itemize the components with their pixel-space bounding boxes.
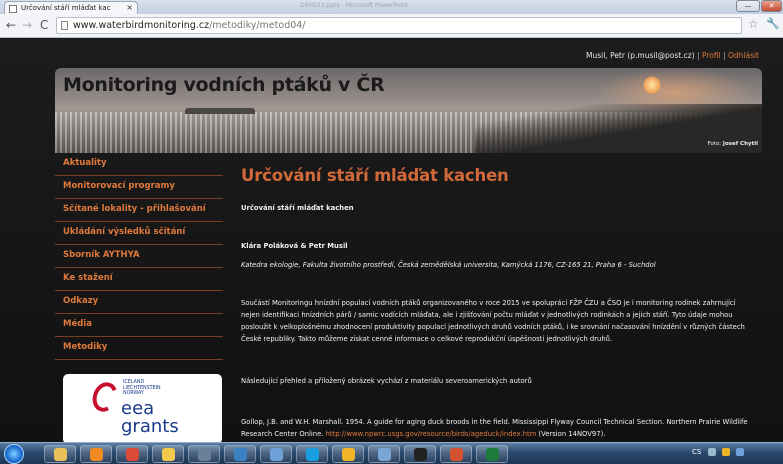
notification-icon[interactable]: [721, 448, 730, 456]
start-button[interactable]: [4, 444, 24, 464]
content-paragraph-2: Následující přehled a přiložený obrázek …: [241, 377, 532, 385]
content-reference: Gollop, J.B. and W.H. Marshall. 1954. A …: [241, 416, 753, 440]
globe-icon: [234, 448, 247, 461]
browser-tabstrip: Určování stáří mláďat kac × DSH023.pptx …: [0, 0, 783, 15]
media-player-icon: [90, 448, 103, 461]
sidebar-item-scitane-lokality[interactable]: Sčítané lokality - přihlašování: [55, 199, 223, 222]
logo-country: NORWAY: [123, 391, 144, 396]
logo-countries: ICELAND LIECHTENSTEIN NORWAY: [123, 380, 161, 397]
sidebar-item-metodiky[interactable]: Metodiky: [55, 337, 223, 360]
eea-swirl-icon: [88, 378, 122, 416]
forward-arrow-icon[interactable]: →: [22, 18, 32, 32]
sidebar-nav: Aktuality Monitorovací programy Sčítané …: [55, 153, 223, 360]
taskbar-app-button[interactable]: [476, 445, 508, 463]
taskbar-app-button[interactable]: [296, 445, 328, 463]
network-icon[interactable]: [707, 448, 716, 456]
sun-image: [643, 76, 661, 94]
taskbar-app-button[interactable]: [116, 445, 148, 463]
windows-taskbar: CS: [0, 442, 783, 464]
separator: |: [723, 51, 726, 60]
photo-credit-label: Foto:: [707, 141, 722, 147]
tab-title: Určování stáří mláďat kac: [21, 4, 111, 12]
sidebar-item-media[interactable]: Média: [55, 314, 223, 337]
taskbar-app-button[interactable]: [332, 445, 364, 463]
sidebar-item-ke-stazeni[interactable]: Ke stažení: [55, 268, 223, 291]
url-path: /metodiky/metod04/: [209, 20, 306, 31]
taskbar-app-button[interactable]: [260, 445, 292, 463]
photo-credit: Foto: Josef Chytil: [707, 141, 758, 147]
user-bar: Musil, Petr (p.musil@post.cz) | Profil |…: [586, 51, 759, 60]
taskbar-app-button[interactable]: [368, 445, 400, 463]
island-image: [185, 108, 255, 114]
page-favicon-icon: [9, 5, 17, 13]
folder-icon: [162, 448, 175, 461]
terminal-icon: [414, 448, 427, 461]
sidebar-item-odkazy[interactable]: Odkazy: [55, 291, 223, 314]
app-icon: [270, 448, 283, 461]
background-window-title: DSH023.pptx - Microsoft PowerPoint: [300, 2, 409, 9]
explorer-icon: [54, 448, 67, 461]
taskbar-app-button[interactable]: [44, 445, 76, 463]
address-bar[interactable]: www.waterbirdmonitoring.cz/metodiky/meto…: [56, 17, 742, 34]
eea-grants-logo[interactable]: ICELAND LIECHTENSTEIN NORWAY eea grants: [63, 374, 222, 444]
reference-link[interactable]: http://www.npwrc.usgs.gov/resource/birds…: [326, 430, 537, 438]
skype-icon: [306, 448, 319, 461]
site-title[interactable]: Monitoring vodních ptáků v ČR: [63, 74, 385, 96]
sidebar-item-sbornik-aythya[interactable]: Sborník AYTHYA: [55, 245, 223, 268]
page-title: Určování stáří mláďat kachen: [241, 166, 509, 185]
system-tray: CS: [692, 448, 745, 456]
taskbar-app-button[interactable]: [152, 445, 184, 463]
user-identity: Musil, Petr (p.musil@post.cz): [586, 51, 695, 60]
photo-credit-name: Josef Chytil: [722, 141, 758, 147]
browser-toolbar: ← → C www.waterbirdmonitoring.cz/metodik…: [0, 14, 783, 38]
taskbar-app-button[interactable]: [80, 445, 112, 463]
taskbar-app-button[interactable]: [224, 445, 256, 463]
reload-icon[interactable]: C: [40, 18, 48, 32]
content-subtitle: Určování stáří mláďat kachen: [241, 204, 354, 212]
sidebar-item-aktuality[interactable]: Aktuality: [55, 153, 223, 176]
excel-icon: [486, 448, 499, 461]
content-paragraph-1: Součástí Monitoringu hnízdní populací vo…: [241, 299, 745, 343]
header-banner: Monitoring vodních ptáků v ČR Foto: Jose…: [55, 68, 762, 153]
sidebar-item-monitorovaci-programy[interactable]: Monitorovací programy: [55, 176, 223, 199]
window-close-button[interactable]: ✕: [761, 0, 782, 12]
logo-word-grants: grants: [121, 416, 179, 437]
monitor-icon: [378, 448, 391, 461]
browser-tab[interactable]: Určování stáří mláďat kac ×: [4, 1, 138, 15]
taskbar-app-button[interactable]: [440, 445, 472, 463]
sidebar-item-ukladani-vysledku[interactable]: Ukládání výsledků sčítání: [55, 222, 223, 245]
calculator-icon: [198, 448, 211, 461]
reference-suffix: (Version 14NOV97).: [536, 430, 606, 438]
powerpoint-icon: [450, 448, 463, 461]
bookmark-star-icon[interactable]: ☆: [748, 17, 759, 31]
page-icon: [61, 21, 68, 30]
chrome-icon: [126, 448, 139, 461]
taskbar-app-button[interactable]: [404, 445, 436, 463]
minimize-button[interactable]: —: [736, 0, 760, 12]
content-authors: Klára Poláková & Petr Musil: [241, 242, 348, 250]
logout-link[interactable]: Odhlásit: [728, 51, 759, 60]
separator: |: [697, 51, 700, 60]
volume-icon[interactable]: [736, 448, 745, 456]
url-host: www.waterbirdmonitoring.cz: [73, 20, 210, 31]
wrench-icon[interactable]: 🔧: [766, 17, 780, 30]
settings-icon: [342, 448, 355, 461]
taskbar-app-button[interactable]: [188, 445, 220, 463]
profile-link[interactable]: Profil: [702, 51, 721, 60]
content-affiliation: Katedra ekologie, Fakulta životního pros…: [241, 261, 656, 269]
language-indicator[interactable]: CS: [692, 448, 701, 456]
back-arrow-icon[interactable]: ←: [6, 18, 16, 32]
tab-close-icon[interactable]: ×: [126, 3, 133, 12]
